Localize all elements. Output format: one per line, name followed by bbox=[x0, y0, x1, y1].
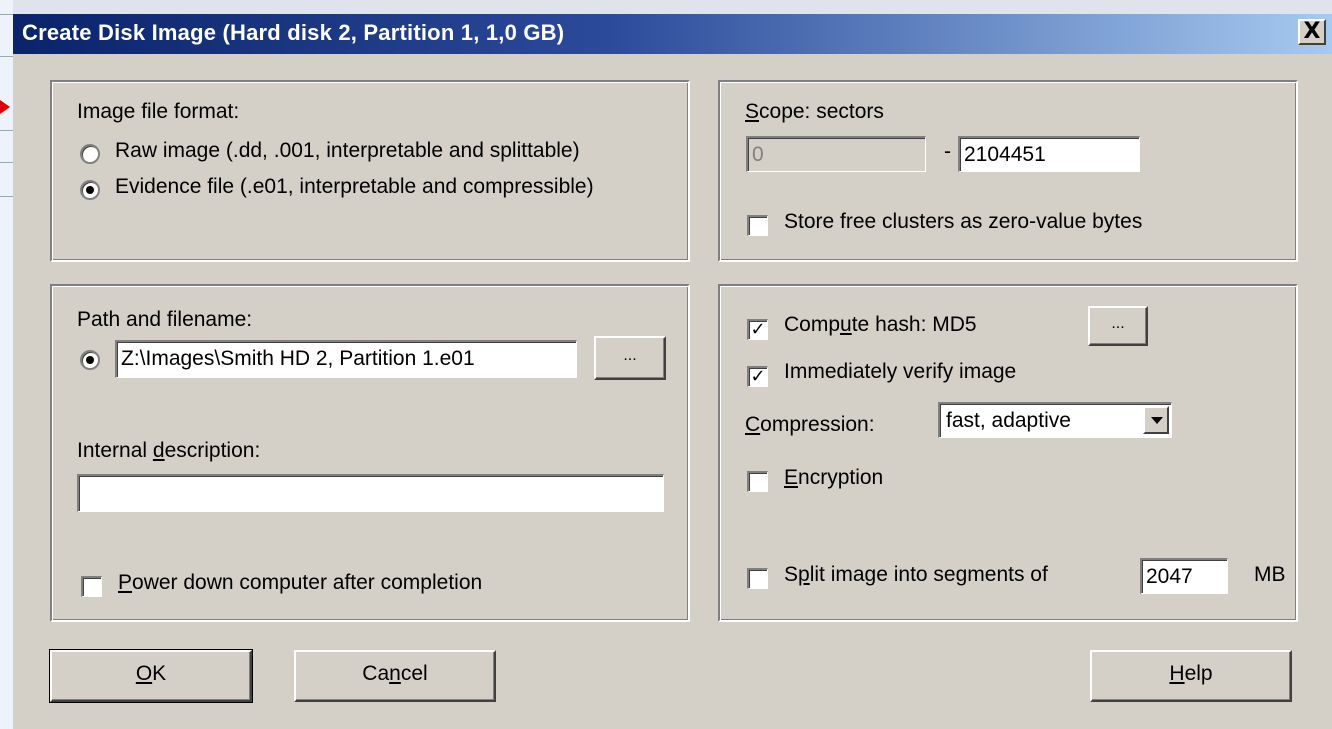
red-arrow-icon bbox=[0, 100, 10, 114]
create-disk-image-dialog: Create Disk Image (Hard disk 2, Partitio… bbox=[13, 14, 1332, 729]
evidence-file-label[interactable]: Evidence file (.e01, interpretable and c… bbox=[115, 175, 594, 199]
internal-description-label: Internal description: bbox=[77, 439, 261, 462]
compression-dropdown[interactable]: fast, adaptive bbox=[938, 402, 1172, 438]
split-size-input[interactable]: 2047 bbox=[1140, 558, 1228, 594]
raw-image-label[interactable]: Raw image (.dd, .001, interpretable and … bbox=[115, 139, 580, 163]
evidence-file-radio[interactable] bbox=[80, 180, 100, 200]
ok-button[interactable]: OK bbox=[49, 649, 253, 703]
window-title: Create Disk Image (Hard disk 2, Partitio… bbox=[22, 20, 565, 45]
scope-label: Scope: sectors bbox=[745, 100, 884, 123]
path-group: Path and filename: Z:\Images\Smith HD 2,… bbox=[50, 284, 690, 622]
start-sector-field: 0 bbox=[746, 136, 926, 172]
split-image-label[interactable]: Split image into segments of bbox=[784, 563, 1048, 587]
scope-group: Scope: sectors 0 - 2104451 Store free cl… bbox=[718, 80, 1298, 262]
image-format-label: Image file format: bbox=[77, 100, 240, 123]
title-bar[interactable]: Create Disk Image (Hard disk 2, Partitio… bbox=[13, 14, 1332, 54]
power-down-label[interactable]: Power down computer after completion bbox=[118, 571, 482, 595]
cancel-button[interactable]: Cancel bbox=[294, 650, 496, 702]
path-filename-input[interactable]: Z:\Images\Smith HD 2, Partition 1.e01 bbox=[115, 340, 577, 378]
split-image-checkbox[interactable] bbox=[747, 568, 768, 589]
help-button[interactable]: Help bbox=[1090, 650, 1292, 702]
internal-description-input[interactable] bbox=[77, 474, 664, 512]
hash-options-button[interactable]: ... bbox=[1088, 306, 1148, 346]
end-sector-field[interactable]: 2104451 bbox=[958, 136, 1140, 172]
store-free-clusters-checkbox[interactable] bbox=[747, 215, 768, 236]
verify-image-label[interactable]: Immediately verify image bbox=[784, 360, 1016, 384]
split-unit-label: MB bbox=[1254, 563, 1286, 586]
compute-hash-label[interactable]: Compute hash: MD5 bbox=[784, 313, 977, 337]
path-filename-label: Path and filename: bbox=[77, 308, 253, 331]
background-window-strip bbox=[0, 0, 1332, 14]
options-group: ✓ Compute hash: MD5 ... ✓ Immediately ve… bbox=[718, 284, 1298, 622]
encryption-checkbox[interactable] bbox=[747, 471, 768, 492]
image-format-group: Image file format: Raw image (.dd, .001,… bbox=[50, 80, 690, 262]
compression-label: Compression: bbox=[745, 413, 875, 436]
raw-image-radio[interactable] bbox=[80, 144, 100, 164]
compression-value: fast, adaptive bbox=[946, 409, 1071, 432]
path-radio[interactable] bbox=[80, 350, 100, 370]
browse-path-button[interactable]: ... bbox=[594, 336, 666, 380]
dropdown-arrow-icon[interactable] bbox=[1143, 406, 1169, 434]
verify-image-checkbox[interactable]: ✓ bbox=[747, 366, 768, 387]
encryption-label[interactable]: Encryption bbox=[784, 466, 883, 490]
close-button[interactable]: X bbox=[1298, 19, 1326, 45]
power-down-checkbox[interactable] bbox=[81, 576, 102, 597]
compute-hash-checkbox[interactable]: ✓ bbox=[747, 319, 768, 340]
sector-range-separator: - bbox=[944, 140, 951, 163]
store-free-clusters-label[interactable]: Store free clusters as zero-value bytes bbox=[784, 210, 1142, 234]
